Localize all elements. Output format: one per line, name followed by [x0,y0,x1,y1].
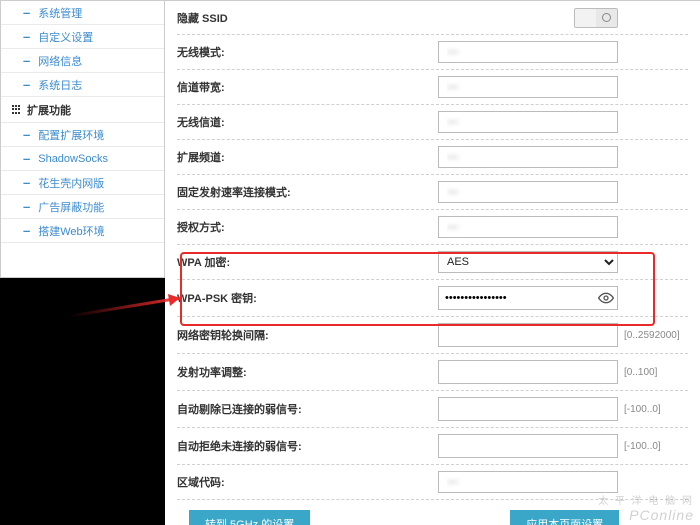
background-void [0,278,165,525]
dash-icon: – [23,176,30,189]
tx-power-hint: [0..100] [618,367,688,378]
wpa-encrypt-select[interactable]: AES [438,251,618,273]
sidebar-item-network-info[interactable]: –网络信息 [1,49,164,73]
wireless-mode-label: 无线模式: [177,44,337,60]
auto-reject-weak-input[interactable] [438,434,618,458]
rekey-interval-hint: [0..2592000] [618,330,688,341]
auto-reject-weak-label: 自动拒绝未连接的弱信号: [177,438,337,454]
wireless-channel-select[interactable]: — [438,111,618,133]
tx-power-input[interactable] [438,360,618,384]
sidebar-item-config-ext-env[interactable]: –配置扩展环境 [1,123,164,147]
grid-icon [11,105,21,115]
wpa-encrypt-label: WPA 加密: [177,254,337,270]
ext-channel-select[interactable]: — [438,146,618,168]
auto-reject-weak-hint: [-100..0] [618,441,688,452]
ext-channel-label: 扩展频道: [177,149,337,165]
sidebar-item-shadowsocks[interactable]: –ShadowSocks [1,147,164,171]
channel-width-label: 信道带宽: [177,79,337,95]
wireless-mode-select[interactable]: — [438,41,618,63]
eye-icon[interactable] [598,290,614,306]
channel-width-select[interactable]: — [438,76,618,98]
hide-ssid-toggle[interactable] [574,8,618,28]
wireless-channel-label: 无线信道: [177,114,337,130]
apply-settings-button[interactable]: 应用本页面设置 [510,510,619,525]
auto-del-weak-hint: [-100..0] [618,404,688,415]
auto-del-weak-label: 自动剔除已连接的弱信号: [177,401,337,417]
region-code-label: 区域代码: [177,474,337,490]
circle-icon [602,13,611,22]
rekey-interval-input[interactable] [438,323,618,347]
wpa-psk-input[interactable] [438,286,618,310]
sidebar-item-peanut-shell[interactable]: –花生壳内网版 [1,171,164,195]
sidebar-item-system-log[interactable]: –系统日志 [1,73,164,97]
sidebar-item-system-manage[interactable]: –系统管理 [1,1,164,25]
dash-icon: – [23,78,30,91]
wpa-psk-label: WPA-PSK 密钥: [177,290,337,306]
dash-icon: – [23,54,30,67]
region-code-select[interactable]: — [438,471,618,493]
hide-ssid-label: 隐藏 SSID [177,10,337,26]
sidebar-item-build-web-env[interactable]: –搭建Web环境 [1,219,164,243]
dash-icon: – [23,200,30,213]
dash-icon: – [23,128,30,141]
main-settings-panel: 隐藏 SSID 无线模式: — 信道带宽: — 无线信道: — [165,0,700,525]
dash-icon: – [23,30,30,43]
sidebar-section-extensions[interactable]: 扩展功能 [1,97,164,123]
auth-method-select[interactable]: — [438,216,618,238]
auto-del-weak-input[interactable] [438,397,618,421]
switch-5ghz-button[interactable]: 转到 5GHz 的设置 [189,510,310,525]
fixed-rate-label: 固定发射速率连接模式: [177,184,337,200]
tx-power-label: 发射功率调整: [177,364,337,380]
auth-method-label: 授权方式: [177,219,337,235]
sidebar: –系统管理 –自定义设置 –网络信息 –系统日志 扩展功能 –配置扩展环境 –S… [0,0,165,278]
sidebar-item-custom-settings[interactable]: –自定义设置 [1,25,164,49]
dash-icon: – [23,224,30,237]
dash-icon: – [23,6,30,19]
sidebar-item-adblock[interactable]: –广告屏蔽功能 [1,195,164,219]
rekey-interval-label: 网络密钥轮换间隔: [177,327,337,343]
fixed-rate-select[interactable]: — [438,181,618,203]
dash-icon: – [23,152,30,165]
